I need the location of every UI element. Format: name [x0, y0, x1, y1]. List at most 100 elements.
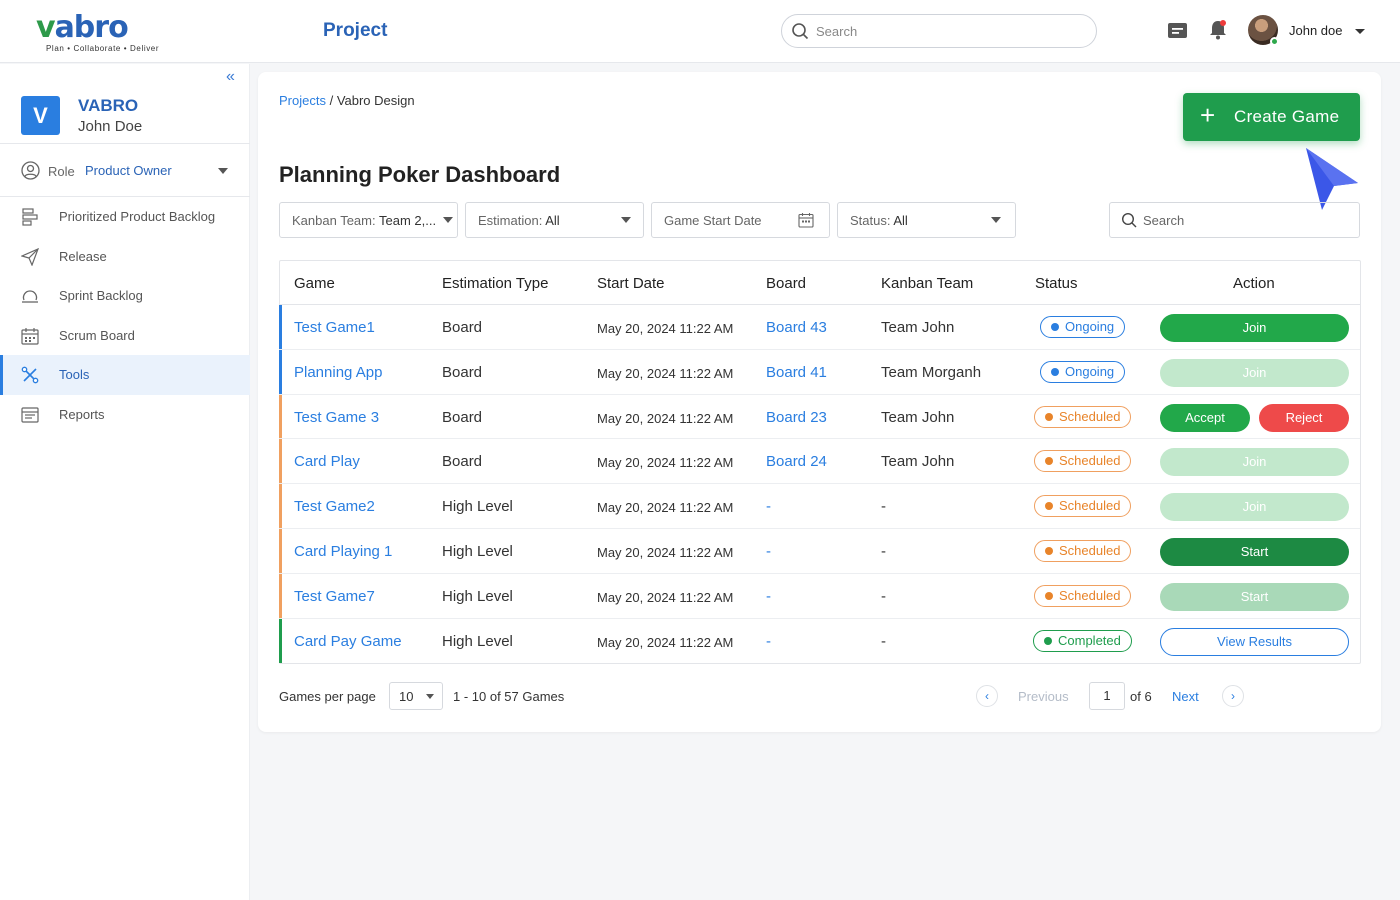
table-search-input[interactable]: Search [1109, 202, 1360, 238]
join-button-disabled[interactable]: Join [1160, 358, 1349, 387]
sidebar-item-label: Scrum Board [59, 327, 135, 343]
kanban-team-filter[interactable]: Kanban Team: Team 2,... [279, 202, 458, 238]
view-results-button[interactable]: View Results [1160, 627, 1349, 656]
status-dot [1045, 546, 1053, 555]
notification-bell-icon[interactable] [1209, 20, 1227, 40]
breadcrumb-projects-link[interactable]: Projects [279, 93, 326, 108]
chevron-down-icon [443, 217, 453, 223]
page-number-input[interactable]: 1 [1089, 682, 1125, 710]
board-link[interactable]: Board 24 [766, 453, 827, 470]
role-value: Product Owner [85, 163, 172, 178]
board-link[interactable]: Board 41 [766, 364, 827, 381]
join-button[interactable]: Join [1160, 314, 1349, 342]
start-button[interactable]: Start [1160, 537, 1349, 566]
status-badge: Ongoing [1040, 360, 1126, 383]
breadcrumb: Projects / Vabro Design [279, 93, 415, 108]
sidebar-item-prioritized-product-backlog[interactable]: Prioritized Product Backlog [0, 197, 250, 237]
board-link[interactable]: Board 43 [766, 319, 827, 336]
status-badge: Scheduled [1034, 495, 1132, 518]
search-placeholder: Search [1143, 213, 1185, 228]
kanban-team: - [881, 587, 886, 605]
kanban-team: Team John [881, 453, 955, 471]
table-row: Card Playing 1 High Level May 20, 2024 1… [279, 528, 1360, 574]
game-link[interactable]: Planning App [294, 364, 382, 381]
table-header: Game Estimation Type Start Date Board Ka… [280, 261, 1360, 305]
status-label: Ongoing [1065, 363, 1115, 379]
game-link[interactable]: Test Game 3 [294, 409, 379, 426]
estimation-type: Board [442, 363, 483, 381]
tools-icon [21, 366, 39, 384]
chevron-left-icon[interactable]: ‹ [976, 685, 998, 707]
role-selector[interactable]: Role Product Owner [0, 145, 250, 197]
main-content-card: Projects / Vabro Design + Create Game Pl… [258, 72, 1381, 732]
column-header: Game [294, 275, 335, 292]
board-link[interactable]: Board 23 [766, 409, 827, 426]
status-label: Completed [1058, 632, 1121, 648]
sidebar-item-sprint-backlog[interactable]: Sprint Backlog [0, 276, 250, 316]
sidebar-item-reports[interactable]: Reports [0, 395, 250, 435]
game-link[interactable]: Card Pay Game [294, 633, 402, 650]
game-link[interactable]: Test Game2 [294, 498, 375, 515]
game-link[interactable]: Test Game7 [294, 588, 375, 605]
messages-icon[interactable] [1167, 20, 1188, 41]
sidebar-item-release[interactable]: Release [0, 237, 250, 277]
column-header: Estimation Type [442, 275, 549, 292]
estimation-filter[interactable]: Estimation: All [465, 202, 644, 238]
status-dot [1051, 367, 1059, 376]
estimation-type: Board [442, 453, 483, 471]
row-status-stripe [279, 573, 282, 618]
search-icon [1121, 212, 1137, 228]
page-count: of 6 [1130, 689, 1152, 704]
status-filter[interactable]: Status: All [837, 202, 1016, 238]
status-dot [1045, 502, 1053, 511]
chevron-down-icon [426, 694, 434, 699]
status-badge: Scheduled [1034, 450, 1132, 473]
top-header: vabro Plan • Collaborate • Deliver Proje… [0, 0, 1400, 63]
join-button-disabled[interactable]: Join [1160, 493, 1349, 522]
games-table: Game Estimation Type Start Date Board Ka… [279, 260, 1361, 665]
estimation-type: High Level [442, 498, 513, 516]
reports-icon [21, 406, 39, 423]
user-menu[interactable]: John doe [1248, 15, 1368, 47]
calendar-icon [798, 213, 814, 228]
sidebar-nav: Prioritized Product Backlog Release Spri… [0, 197, 250, 434]
global-search-input[interactable]: Search [781, 14, 1097, 48]
sidebar-item-tools[interactable]: Tools [0, 355, 250, 395]
create-game-label: Create Game [1234, 107, 1340, 126]
create-game-button[interactable]: + Create Game [1183, 93, 1360, 141]
dashboard-title: Planning Poker Dashboard [279, 162, 561, 187]
role-label: Role [48, 164, 75, 179]
start-button-disabled[interactable]: Start [1160, 582, 1349, 611]
game-link[interactable]: Card Playing 1 [294, 543, 392, 560]
online-status-dot [1270, 37, 1279, 46]
join-button-disabled[interactable]: Join [1160, 448, 1349, 477]
accept-button[interactable]: Accept [1160, 403, 1250, 432]
start-date: May 20, 2024 11:22 AM [597, 455, 734, 471]
project-card: V VABRO John Doe [0, 92, 250, 144]
table-row: Test Game1 Board May 20, 2024 11:22 AM B… [279, 305, 1360, 350]
collapse-sidebar-icon[interactable]: « [226, 68, 235, 86]
vabro-logo[interactable]: vabro Plan • Collaborate • Deliver [36, 12, 176, 54]
filter-value: Team 2,... [379, 213, 437, 228]
estimation-type: High Level [442, 632, 513, 650]
game-link[interactable]: Card Play [294, 453, 360, 470]
user-name: John doe [1289, 23, 1343, 38]
next-page-button[interactable]: Next [1172, 689, 1199, 704]
board-link: - [766, 587, 771, 605]
sidebar-item-scrum-board[interactable]: Scrum Board [0, 316, 250, 356]
table-row: Planning App Board May 20, 2024 11:22 AM… [279, 349, 1360, 395]
status-label: Scheduled [1059, 498, 1121, 514]
status-dot [1051, 323, 1059, 331]
estimation-type: High Level [442, 542, 513, 560]
project-owner: John Doe [78, 118, 143, 135]
table-row: Test Game2 High Level May 20, 2024 11:22… [279, 484, 1360, 529]
game-start-date-filter[interactable]: Game Start Date [651, 202, 830, 238]
per-page-label: Games per page [279, 689, 376, 704]
status-badge: Ongoing [1040, 316, 1126, 338]
reject-button[interactable]: Reject [1259, 403, 1349, 432]
kanban-team: Team Morganh [881, 363, 982, 381]
chevron-right-icon[interactable]: › [1222, 685, 1244, 707]
previous-page-button[interactable]: Previous [1018, 689, 1069, 704]
per-page-select[interactable]: 10 [389, 682, 443, 710]
game-link[interactable]: Test Game1 [294, 319, 375, 336]
